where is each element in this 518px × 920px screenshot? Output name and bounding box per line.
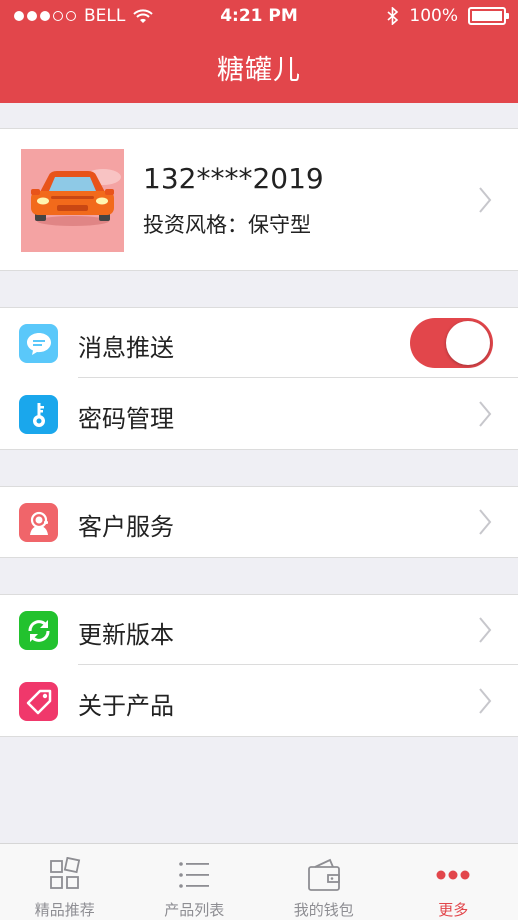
update-version-label: 更新版本 bbox=[78, 621, 174, 649]
tab-more-label: 更多 bbox=[438, 901, 469, 919]
push-notification-row: 消息推送 bbox=[0, 308, 518, 378]
settings-group-2: 客户服务 bbox=[0, 486, 518, 558]
bluetooth-icon bbox=[387, 7, 399, 25]
about-product-label: 关于产品 bbox=[78, 692, 174, 720]
password-management-row[interactable]: 密码管理 bbox=[0, 379, 518, 449]
grid-icon bbox=[49, 857, 80, 889]
update-version-row[interactable]: 更新版本 bbox=[0, 595, 518, 665]
push-notification-toggle[interactable] bbox=[410, 318, 493, 368]
customer-service-label: 客户服务 bbox=[78, 513, 174, 541]
wallet-icon bbox=[307, 858, 340, 891]
settings-group-3: 更新版本 关于产品 bbox=[0, 594, 518, 737]
app-header: BELL 4:21 PM 100% 糖罐儿 bbox=[0, 0, 518, 103]
tab-wallet[interactable]: 我的钱包 bbox=[259, 844, 389, 920]
tab-product-list-label: 产品列表 bbox=[164, 901, 225, 919]
battery-icon bbox=[468, 7, 509, 25]
chevron-right-icon bbox=[479, 509, 492, 535]
profile-phone: 132****2019 bbox=[143, 162, 324, 195]
avatar bbox=[21, 149, 124, 252]
list-icon bbox=[179, 862, 210, 888]
tab-more[interactable]: 更多 bbox=[389, 844, 518, 920]
status-bar: BELL 4:21 PM 100% bbox=[0, 0, 518, 34]
settings-group-1: 消息推送 密码管理 bbox=[0, 307, 518, 450]
profile-card[interactable]: 132****2019 投资风格：保守型 bbox=[0, 128, 518, 271]
message-icon bbox=[19, 324, 58, 363]
push-notification-label: 消息推送 bbox=[78, 334, 174, 362]
customer-service-row[interactable]: 客户服务 bbox=[0, 487, 518, 557]
page-title: 糖罐儿 bbox=[217, 55, 301, 86]
chevron-right-icon bbox=[479, 617, 492, 643]
chevron-right-icon bbox=[479, 401, 492, 427]
chevron-right-icon bbox=[479, 688, 492, 714]
tab-featured-label: 精品推荐 bbox=[34, 901, 95, 919]
more-icon bbox=[436, 870, 470, 880]
about-product-row[interactable]: 关于产品 bbox=[0, 666, 518, 736]
tab-product-list[interactable]: 产品列表 bbox=[130, 844, 260, 920]
password-management-label: 密码管理 bbox=[78, 405, 174, 433]
chevron-right-icon bbox=[479, 187, 492, 213]
battery-percent: 100% bbox=[409, 6, 458, 26]
customer-service-icon bbox=[19, 503, 58, 542]
tab-wallet-label: 我的钱包 bbox=[293, 901, 354, 919]
key-icon bbox=[19, 395, 58, 434]
refresh-icon bbox=[19, 611, 58, 650]
tab-bar: 精品推荐 产品列表 我的钱包 更多 bbox=[0, 843, 518, 920]
invest-style: 投资风格：保守型 bbox=[143, 213, 311, 237]
tab-featured[interactable]: 精品推荐 bbox=[0, 844, 130, 920]
tag-icon bbox=[19, 682, 58, 721]
